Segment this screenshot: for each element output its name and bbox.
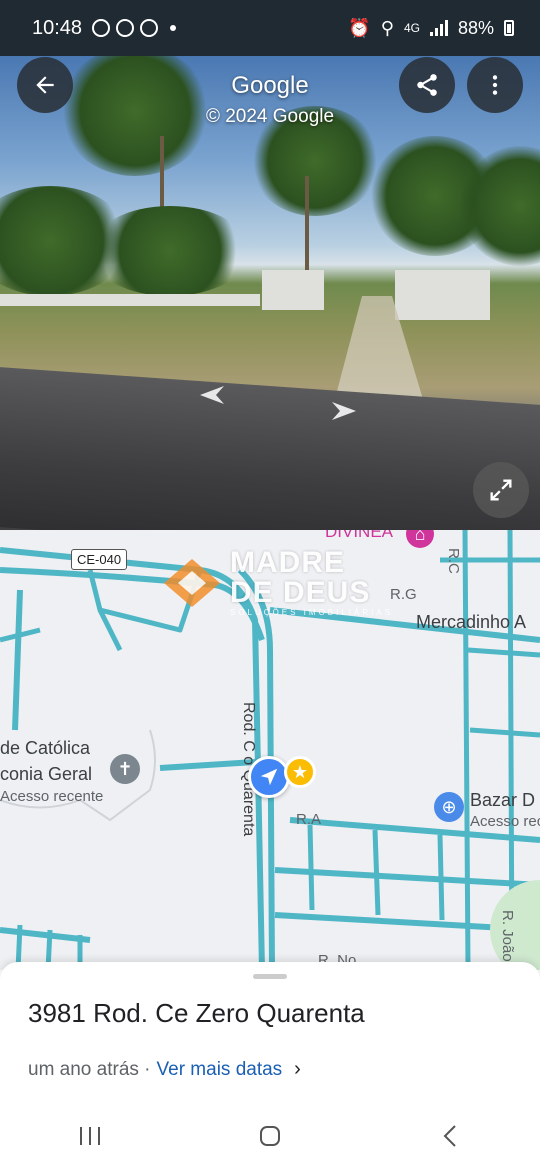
gate-wall (395, 270, 490, 320)
capture-date-row: um ano atrás · Ver mais datas › (28, 1058, 301, 1081)
chrome-icon-2 (140, 19, 159, 37)
address-title: 3981 Rod. Ce Zero Quarenta (28, 998, 365, 1028)
sheet-drag-handle[interactable] (253, 974, 287, 979)
arrow-back-icon (36, 76, 54, 94)
nav-arrow-left-icon[interactable] (196, 384, 226, 406)
watermark-line1: MADRE (230, 546, 345, 579)
capture-date-text: um ano atrás · (28, 1058, 151, 1080)
chevron-right-icon[interactable]: › (294, 1058, 301, 1081)
current-location-marker[interactable] (248, 756, 290, 798)
more-notifications-icon (170, 25, 177, 31)
watermark-subtitle: SOLUÇÕES IMOBILIÁRIAS (230, 608, 394, 617)
home-icon (260, 1126, 280, 1146)
recent-apps-icon (80, 1127, 100, 1145)
alarm-icon: ⏰ (348, 17, 371, 38)
signal-icon (429, 20, 448, 36)
bag-pin-icon[interactable]: ⊕ (434, 792, 464, 822)
low-wall (0, 294, 260, 306)
road-label-ra: R.A (296, 811, 322, 828)
notification-icons (92, 19, 177, 37)
battery-percent: 88% (457, 17, 494, 38)
share-icon (417, 74, 437, 96)
whatsapp-icon (92, 19, 111, 37)
road-shield-ce040[interactable]: CE-040 (71, 549, 128, 570)
chrome-icon (116, 19, 135, 37)
saved-star-icon[interactable]: ★ (284, 756, 316, 788)
street-view-panorama[interactable]: Google © 2024 Google (0, 56, 540, 530)
copyright-text: © 2024 Google (205, 106, 335, 127)
church-pin-icon[interactable]: ✝ (110, 754, 140, 784)
status-time: 10:48 (32, 16, 83, 39)
gate-pillar (262, 270, 324, 310)
road-label-rjoao: R. João (499, 910, 516, 962)
nav-arrow-right-icon[interactable] (330, 400, 360, 422)
back-chevron-icon (443, 1125, 456, 1147)
road (0, 365, 540, 530)
back-button[interactable] (17, 57, 73, 113)
road-label-rg: R.G (390, 586, 417, 603)
network-type: 4G (403, 21, 420, 35)
poi-mercadinho-label[interactable]: Mercadinho A (416, 612, 526, 633)
poi-church-label-line2[interactable]: conia Geral (0, 764, 92, 785)
location-icon: ⚲ (380, 17, 394, 38)
home-button[interactable] (240, 1116, 300, 1156)
recent-apps-button[interactable] (60, 1116, 120, 1156)
expand-icon (490, 479, 512, 501)
watermark-logo: MADRE DE DEUS SOLUÇÕES IMOBILIÁRIAS (160, 548, 393, 617)
street-view-title: Google (231, 72, 309, 99)
watermark-line2: DE DEUS (230, 576, 371, 609)
more-dates-link[interactable]: Ver mais datas (157, 1059, 283, 1081)
bushes (90, 206, 250, 296)
road-label-rc: R.C (445, 548, 462, 574)
poi-church-sub: Acesso recente (0, 788, 104, 805)
status-bar: 10:48 ⏰ ⚲ 4G 88% (0, 0, 540, 56)
map-view[interactable]: CE-040 DIVINEA ⌂ R.G R.C Mercadinho A de… (0, 530, 540, 970)
fullscreen-button[interactable] (473, 462, 529, 518)
watermark-text: MADRE DE DEUS SOLUÇÕES IMOBILIÁRIAS (230, 546, 394, 618)
poi-church-label-line1[interactable]: de Católica (0, 738, 90, 759)
madre-de-deus-logo-icon (164, 558, 220, 607)
navigation-arrow-icon (260, 768, 278, 786)
more-options-button[interactable] (467, 57, 523, 113)
more-vert-icon (492, 75, 498, 95)
system-icons: ⏰ ⚲ 4G 88% (348, 18, 514, 39)
location-info-sheet[interactable]: 3981 Rod. Ce Zero Quarenta um ano atrás … (0, 962, 540, 1102)
back-nav-button[interactable] (420, 1116, 480, 1156)
battery-icon (504, 20, 514, 36)
system-navigation-bar (0, 1102, 540, 1170)
share-button[interactable] (399, 57, 455, 113)
poi-bazar-label[interactable]: Bazar D (470, 790, 535, 811)
poi-divinea-label[interactable]: DIVINEA (325, 530, 393, 542)
poi-bazar-sub: Acesso rec (470, 813, 540, 830)
